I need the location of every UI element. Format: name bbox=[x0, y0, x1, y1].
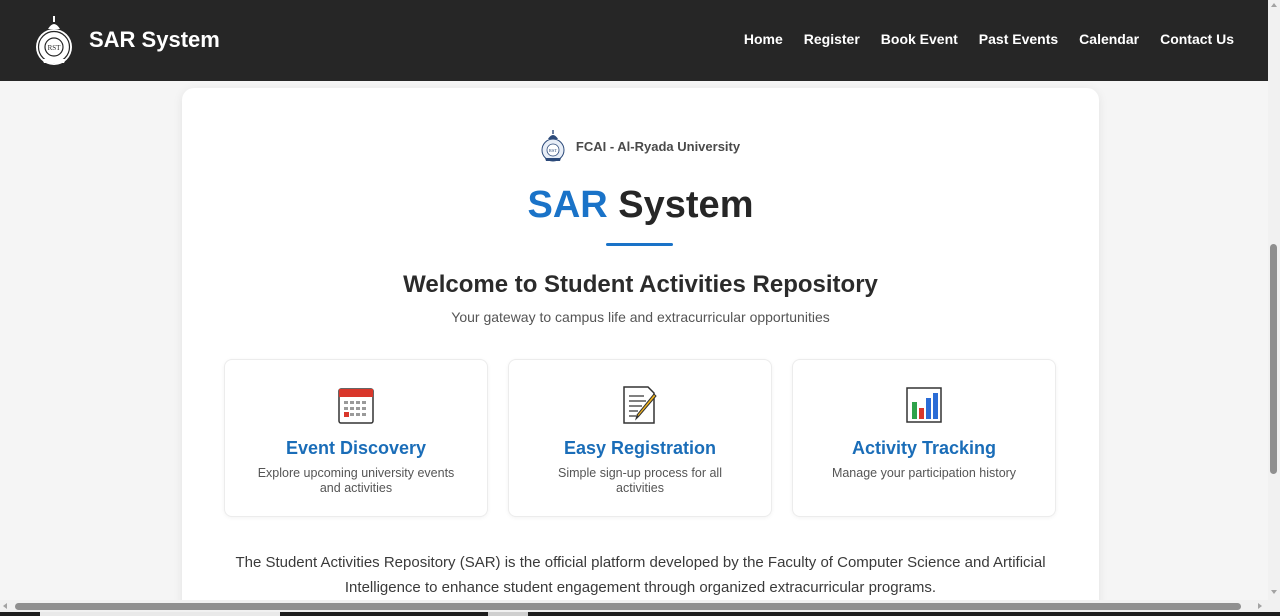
welcome-heading: Welcome to Student Activities Repository bbox=[403, 271, 878, 298]
title-accent: SAR bbox=[527, 184, 608, 226]
svg-text:RST: RST bbox=[48, 44, 62, 52]
feature-description: Explore upcoming university events and a… bbox=[257, 466, 455, 495]
memo-icon bbox=[623, 386, 657, 424]
university-logo: RST bbox=[36, 15, 72, 65]
top-navbar: RST SAR System Home Register Book Event … bbox=[0, 0, 1268, 81]
university-row: RST FCAI - Al-Ryada University bbox=[182, 130, 1099, 162]
brand-title: SAR System bbox=[89, 26, 220, 52]
feature-title: Activity Tracking bbox=[851, 438, 997, 458]
horizontal-scrollbar[interactable] bbox=[0, 600, 1268, 612]
feature-title: Event Discovery bbox=[285, 438, 427, 458]
nav-register[interactable]: Register bbox=[804, 31, 860, 47]
taskbar-edge bbox=[0, 612, 1280, 616]
horizontal-scroll-thumb[interactable] bbox=[15, 603, 1241, 610]
feature-card-easy-registration[interactable]: Easy Registration Simple sign-up process… bbox=[508, 359, 772, 517]
scroll-up-icon[interactable] bbox=[1271, 3, 1277, 7]
feature-card-event-discovery[interactable]: Event Discovery Explore upcoming univers… bbox=[224, 359, 488, 517]
vertical-scrollbar[interactable] bbox=[1268, 0, 1280, 616]
university-logo-small: RST bbox=[541, 130, 565, 162]
university-name: FCAI - Al-Ryada University bbox=[575, 138, 741, 154]
feature-list: Event Discovery Explore upcoming univers… bbox=[224, 359, 1056, 517]
page-title: SAR System bbox=[182, 184, 1099, 227]
hero-card: RST FCAI - Al-Ryada University SAR Syste… bbox=[182, 88, 1099, 616]
feature-title: Easy Registration bbox=[563, 438, 717, 458]
scroll-right-icon[interactable] bbox=[1258, 603, 1262, 609]
feature-description: Simple sign-up process for all activitie… bbox=[558, 466, 722, 495]
calendar-icon bbox=[338, 388, 374, 424]
nav-calendar[interactable]: Calendar bbox=[1079, 31, 1139, 47]
vertical-scroll-thumb[interactable] bbox=[1270, 244, 1277, 474]
taskbar-segment bbox=[40, 612, 280, 616]
feature-description: Manage your participation history bbox=[831, 466, 1017, 480]
tagline: Your gateway to campus life and extracur… bbox=[451, 309, 830, 325]
nav-past-events[interactable]: Past Events bbox=[979, 31, 1058, 47]
about-paragraph: The Student Activities Repository (SAR) … bbox=[235, 554, 1046, 596]
feature-card-activity-tracking[interactable]: Activity Tracking Manage your participat… bbox=[792, 359, 1056, 517]
main-nav: Home Register Book Event Past Events Cal… bbox=[744, 31, 1234, 47]
nav-contact-us[interactable]: Contact Us bbox=[1160, 31, 1234, 47]
title-divider bbox=[606, 243, 673, 246]
brand[interactable]: RST SAR System bbox=[34, 15, 220, 67]
scroll-down-icon[interactable] bbox=[1271, 590, 1277, 594]
title-rest: System bbox=[607, 184, 754, 226]
bar-chart-icon bbox=[906, 387, 942, 423]
nav-home[interactable]: Home bbox=[744, 31, 783, 47]
svg-text:RST: RST bbox=[549, 148, 558, 153]
nav-book-event[interactable]: Book Event bbox=[881, 31, 958, 47]
scroll-left-icon[interactable] bbox=[3, 603, 7, 609]
taskbar-segment bbox=[488, 612, 528, 616]
